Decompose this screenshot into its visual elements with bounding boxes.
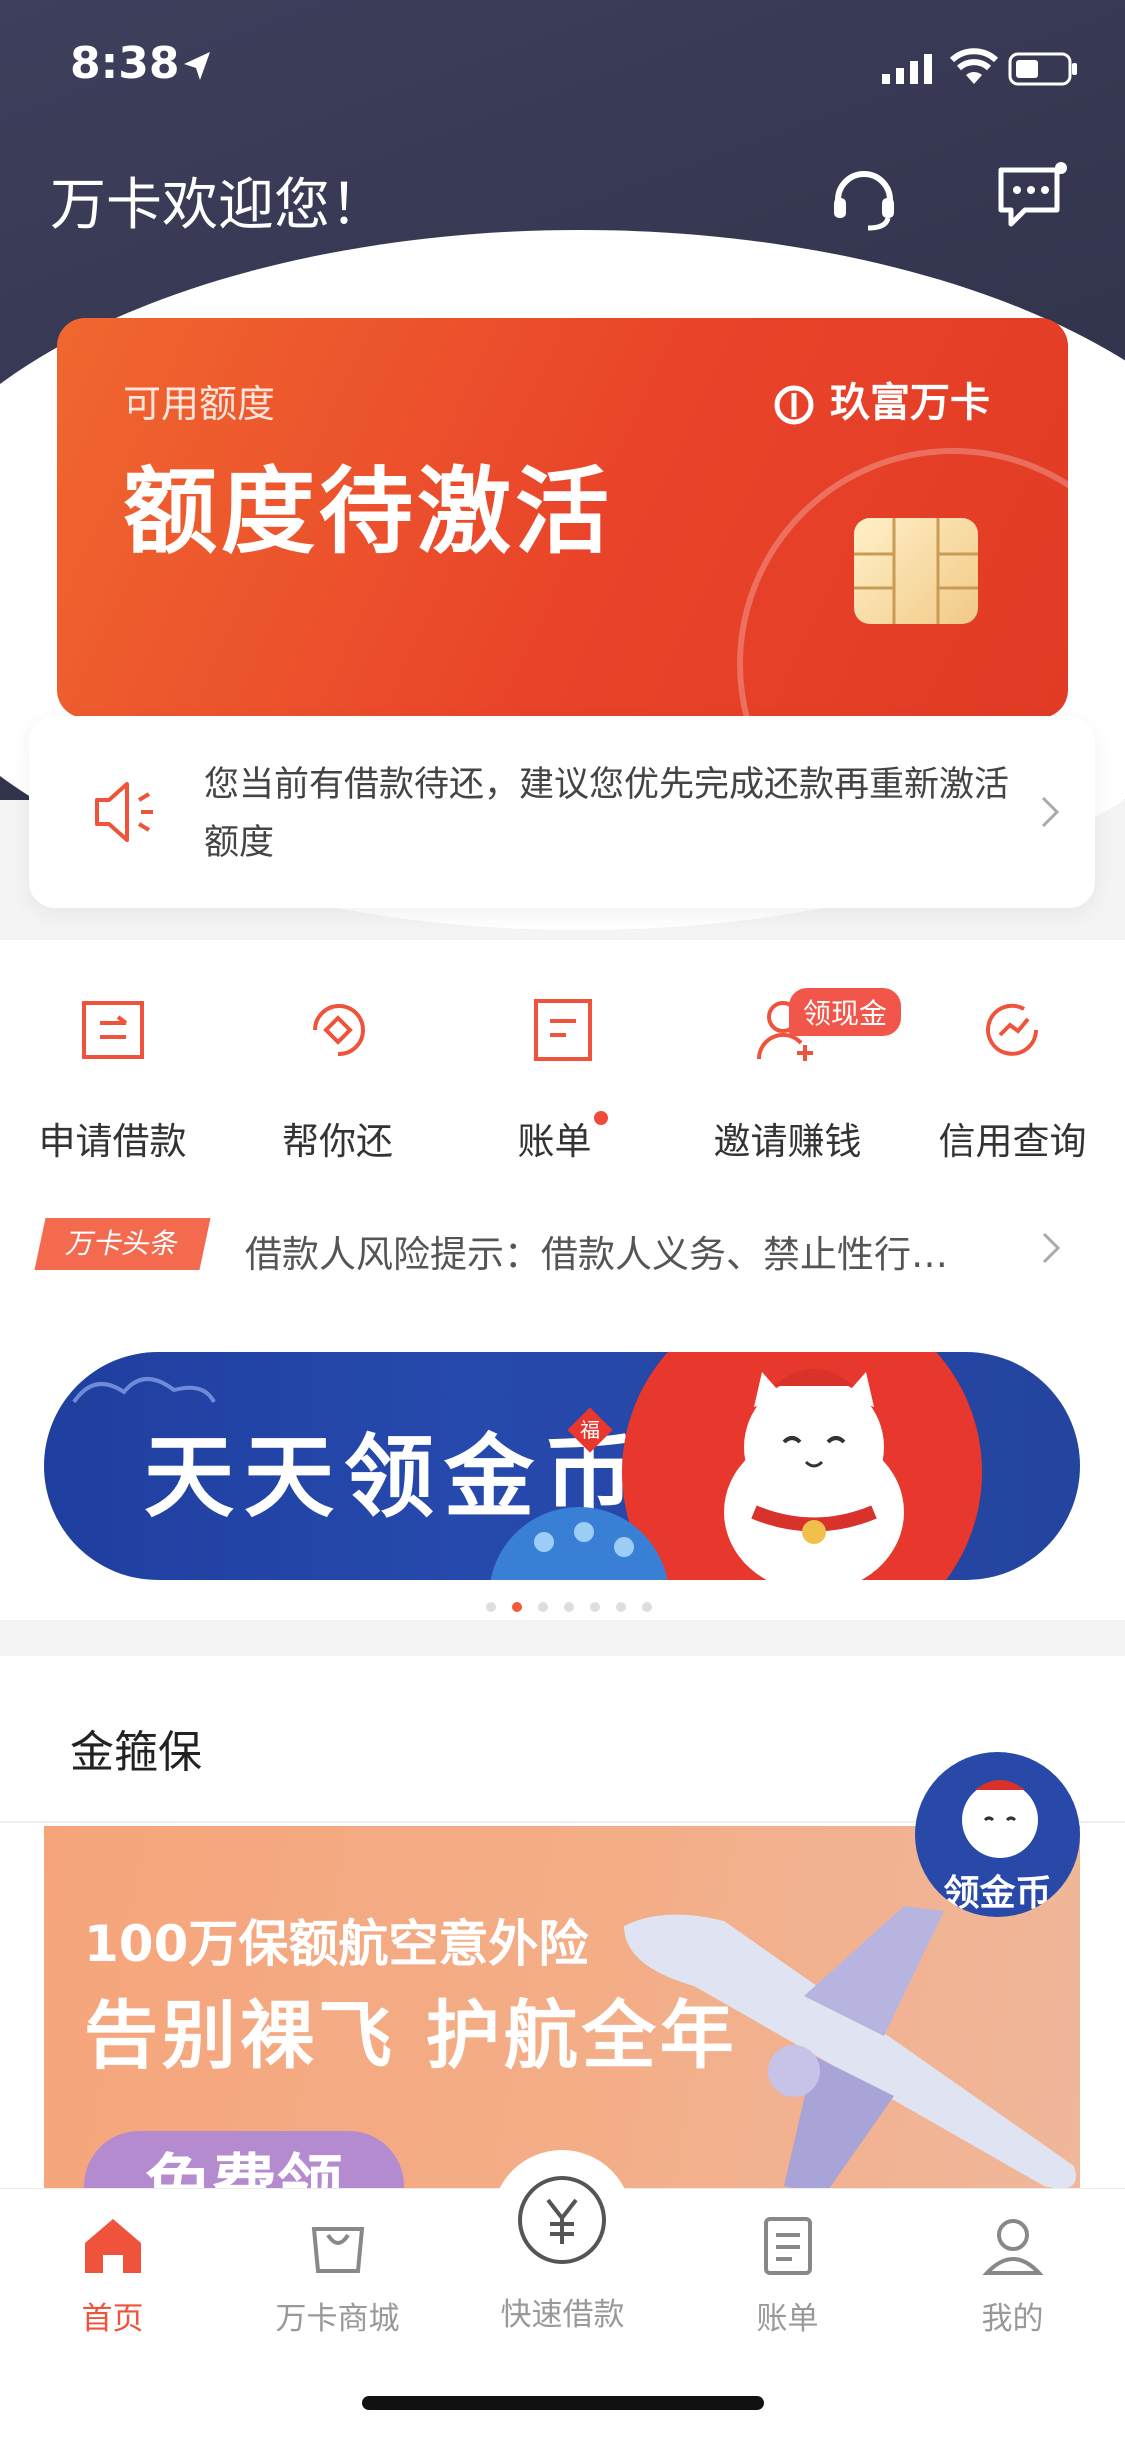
card-title: 额度待激活	[123, 458, 614, 567]
home-icon	[84, 2219, 141, 2273]
notice-text: 您当前有借款待还，建议您优先完成还款再重新激活额度	[204, 765, 1010, 863]
service-apply-loan[interactable]: 申请借款	[0, 995, 225, 1165]
credit-card[interactable]: 可用额度 额度待激活 玖富万卡	[57, 318, 1068, 718]
service-label: 申请借款	[38, 1120, 187, 1163]
loan-apply-icon	[81, 1001, 144, 1059]
brand-name: 玖富万卡	[830, 380, 990, 426]
service-credit-check[interactable]: 信用查询	[900, 995, 1125, 1165]
tab-mall[interactable]: 万卡商城	[225, 2215, 450, 2338]
message-icon[interactable]	[995, 162, 1071, 234]
coin-float-badge[interactable]: 领金币	[915, 1752, 1080, 1917]
credit-check-icon	[985, 1003, 1038, 1056]
badge-text: 领金币	[943, 1872, 1052, 1914]
tab-home[interactable]: 首页	[0, 2215, 225, 2338]
card-label: 可用额度	[123, 382, 276, 426]
battery-icon	[1008, 52, 1077, 86]
yuan-coin-icon	[518, 2176, 606, 2264]
bill-icon	[763, 2217, 812, 2275]
tab-label: 万卡商城	[275, 2301, 400, 2337]
card-brand: 玖富万卡	[772, 370, 990, 428]
tab-label: 我的	[981, 2301, 1044, 2337]
home-indicator[interactable]	[362, 2396, 764, 2410]
location-arrow-icon	[184, 52, 210, 80]
speaker-icon	[95, 782, 153, 842]
headline-tag: 万卡头条	[34, 1218, 211, 1270]
chevron-right-icon[interactable]	[1040, 1230, 1064, 1266]
banner-pager	[478, 1597, 660, 1616]
tab-bill[interactable]: 账单	[675, 2215, 900, 2338]
headline-text[interactable]: 借款人风险提示：借款人义务、禁止性行…	[245, 1224, 1025, 1278]
repay-help-icon	[312, 1004, 365, 1057]
brand-logo-icon	[774, 385, 814, 425]
pager-dot	[486, 1602, 496, 1612]
tab-mine[interactable]: 我的	[900, 2215, 1125, 2338]
tab-label: 账单	[756, 2301, 819, 2337]
unread-dot	[593, 1111, 608, 1125]
flower-decor-icon	[490, 1507, 668, 1580]
invite-cash-tag: 领现金	[789, 988, 902, 1036]
greeting-text: 万卡欢迎您！	[50, 173, 386, 238]
coin-banner[interactable]: 天天领金币 福	[44, 1352, 1080, 1580]
pager-dot	[616, 1602, 626, 1612]
pager-dot	[538, 1602, 548, 1612]
service-label: 账单	[450, 1111, 675, 1165]
airplane-icon	[624, 1906, 1076, 2196]
service-bill[interactable]: 账单	[450, 995, 675, 1165]
insurance-title: 金箍保	[70, 1727, 202, 1778]
customer-service-icon[interactable]	[828, 160, 900, 232]
signal-icon	[882, 54, 932, 84]
shopping-bag-icon	[311, 2227, 364, 2273]
user-profile-icon	[981, 2219, 1044, 2275]
fu-text: 福	[580, 1418, 600, 1442]
insurance-line1: 100万保额航空意外险	[84, 1915, 589, 1973]
chevron-right-icon	[1041, 796, 1060, 828]
repay-notice[interactable]: 您当前有借款待还，建议您优先完成还款再重新激活额度	[29, 716, 1095, 908]
service-label: 信用查询	[938, 1120, 1087, 1163]
tab-label: 首页	[81, 2301, 144, 2337]
lucky-cat-icon	[724, 1369, 904, 1580]
service-help-repay[interactable]: 帮你还	[225, 995, 450, 1165]
bill-label-text: 账单	[517, 1120, 592, 1163]
tab-label: 快速借款	[500, 2297, 625, 2333]
service-label: 帮你还	[282, 1120, 393, 1163]
pager-dot	[564, 1602, 574, 1612]
lucky-cat-icon	[962, 1780, 1038, 1858]
pager-dot-active	[512, 1602, 522, 1612]
pager-dot	[590, 1602, 600, 1612]
wifi-icon	[950, 48, 998, 84]
bill-icon	[533, 999, 592, 1061]
pager-dot	[642, 1602, 652, 1612]
service-label: 邀请赚钱	[713, 1120, 862, 1163]
card-chip-icon	[854, 518, 978, 624]
quick-loan-button[interactable]	[492, 2150, 632, 2290]
status-time: 8:38	[70, 38, 180, 89]
